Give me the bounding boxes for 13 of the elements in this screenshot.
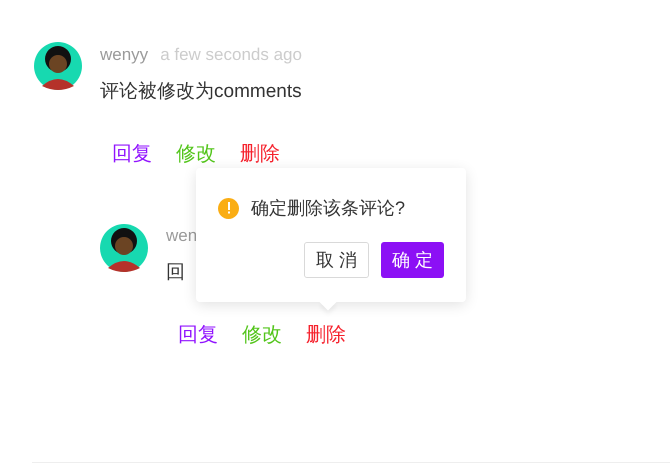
comment-author: wenyy [100, 44, 148, 66]
comment-action-link[interactable]: 回复 [178, 323, 218, 347]
cancel-button[interactable]: 取 消 [304, 242, 369, 278]
confirm-button[interactable]: 确 定 [380, 242, 444, 278]
confirm-message: 确定删除该条评论? [251, 197, 406, 220]
comment-text: 评论被修改为comments [100, 80, 303, 104]
comment-action-link[interactable]: 删除 [306, 323, 346, 347]
avatar-icon [34, 42, 82, 90]
comment-action-link[interactable]: 删除 [240, 142, 280, 166]
comment-author: wen [166, 225, 198, 247]
comment-action-link[interactable]: 回复 [112, 142, 152, 166]
avatar-icon [100, 224, 148, 272]
warning-icon [218, 198, 239, 218]
